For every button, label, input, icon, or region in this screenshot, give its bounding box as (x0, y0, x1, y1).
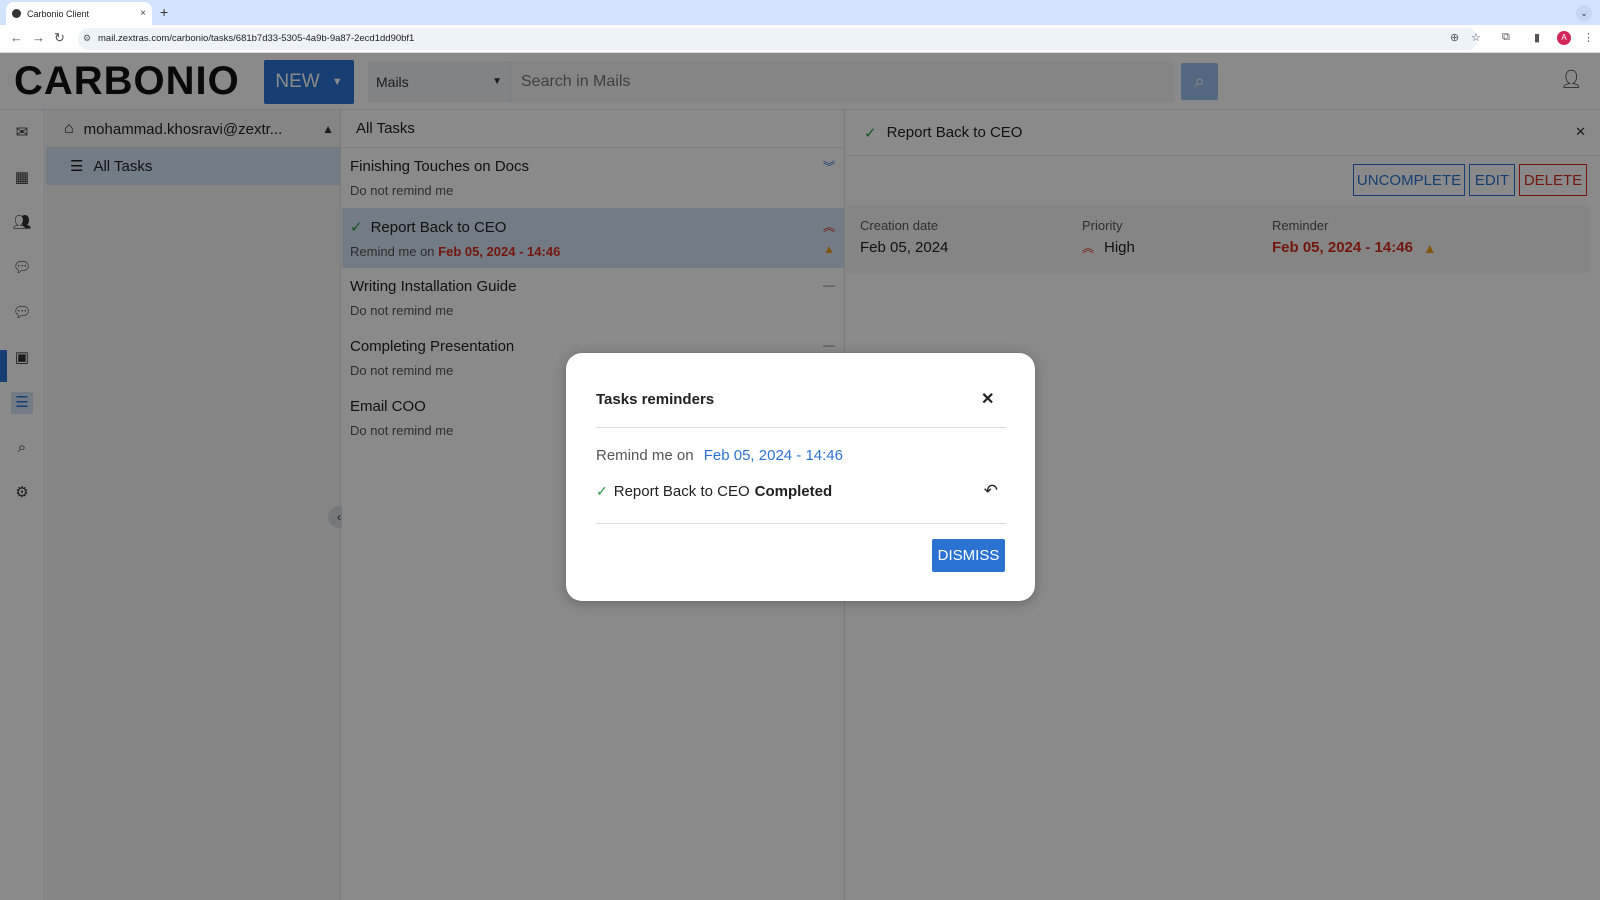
bookmark-star-icon[interactable]: ☆ (1471, 31, 1481, 44)
browser-tab-title: Carbonio Client (27, 8, 90, 19)
browser-profile-avatar[interactable]: A (1557, 31, 1571, 45)
site-info-icon[interactable]: ⚙ (83, 33, 91, 44)
reminder-task-row: ✓ Report Back to CEO Completed ↶ (596, 481, 1006, 501)
browser-tab-bar: Carbonio Client × + ⌄ (0, 0, 1600, 25)
reminder-task-status: Completed (754, 483, 833, 500)
browser-tab[interactable]: Carbonio Client × (6, 2, 152, 25)
reminder-line: Remind me on Feb 05, 2024 - 14:46 (596, 447, 843, 464)
completed-check-icon: ✓ (596, 483, 608, 499)
dialog-title: Tasks reminders (596, 391, 715, 408)
new-tab-button[interactable]: + (160, 4, 168, 20)
reminder-prefix: Remind me on (596, 447, 694, 464)
undo-icon[interactable]: ↶ (984, 481, 998, 501)
reminder-date: Feb 05, 2024 - 14:46 (703, 447, 843, 464)
tasks-reminders-dialog: Tasks reminders ✕ Remind me on Feb 05, 2… (566, 353, 1035, 601)
side-panel-icon[interactable]: ▮ (1534, 31, 1540, 44)
tab-search-icon[interactable]: ⌄ (1576, 5, 1592, 21)
address-bar: ← → ↻ ⚙ mail.zextras.com/carbonio/tasks/… (0, 25, 1600, 53)
dismiss-button[interactable]: DISMISS (932, 539, 1005, 572)
reminder-task-title: Report Back to CEO (613, 483, 750, 500)
favicon-icon (12, 9, 21, 18)
close-icon[interactable]: ✕ (981, 389, 994, 409)
back-icon[interactable]: ← (10, 30, 23, 45)
dialog-divider (596, 523, 1006, 524)
extensions-icon[interactable]: ⧉ (1502, 31, 1510, 44)
dialog-divider (596, 427, 1006, 428)
forward-icon[interactable]: → (32, 30, 45, 45)
reload-icon[interactable]: ↻ (54, 30, 65, 46)
tab-close-icon[interactable]: × (140, 8, 146, 19)
browser-menu-icon[interactable]: ⋮ (1583, 31, 1594, 44)
zoom-icon[interactable]: ⊕ (1450, 31, 1459, 44)
url-text[interactable]: mail.zextras.com/carbonio/tasks/681b7d33… (98, 33, 414, 44)
